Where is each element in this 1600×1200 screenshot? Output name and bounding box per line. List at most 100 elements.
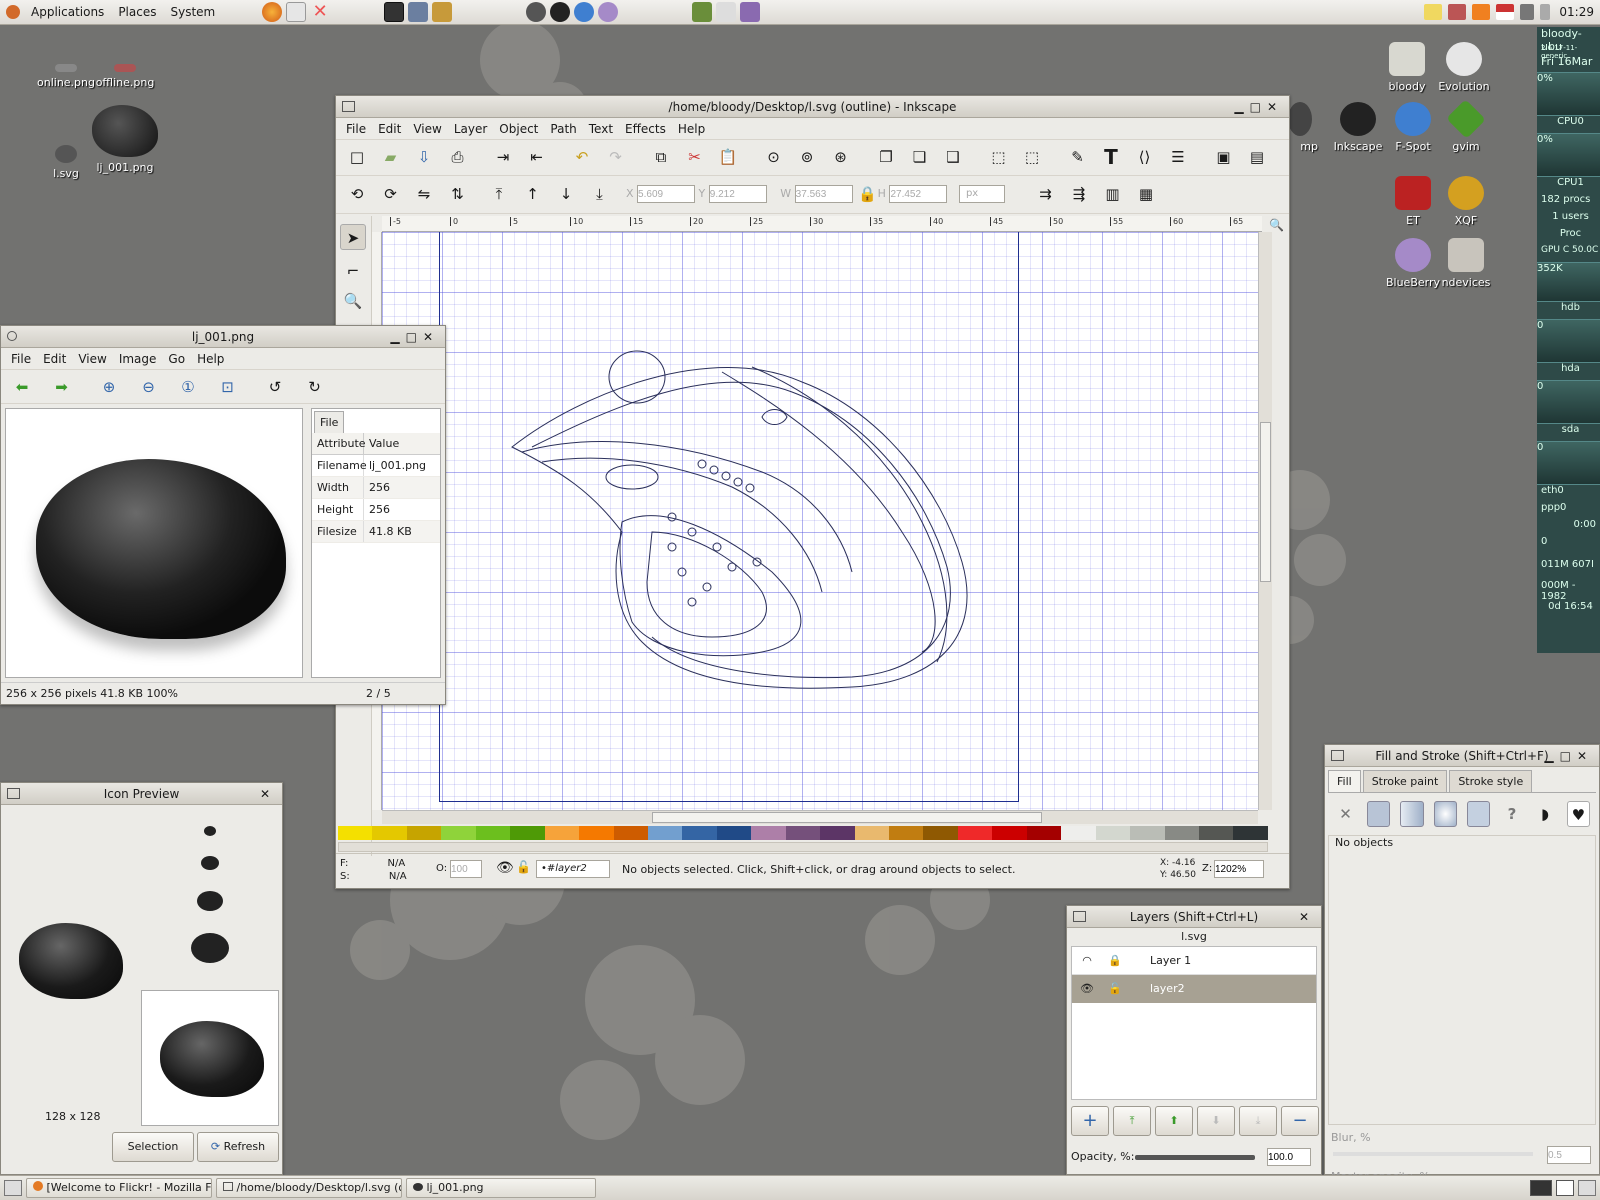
chat-launcher-icon[interactable]	[286, 2, 307, 22]
palette-swatch[interactable]	[1198, 826, 1234, 840]
image-display[interactable]	[5, 408, 303, 678]
ungroup-icon[interactable]: ⬚	[1019, 144, 1045, 170]
zoom-tool-icon[interactable]: 🔍	[340, 288, 366, 314]
opacity-input[interactable]	[450, 860, 482, 878]
palette-swatch[interactable]	[889, 826, 924, 840]
raise-icon[interactable]: ↑	[520, 181, 546, 207]
colors-launcher-icon[interactable]	[598, 2, 619, 22]
icon-preview-titlebar[interactable]: Icon Preview ✕	[1, 783, 282, 805]
palette-swatch[interactable]	[613, 826, 648, 840]
desktop-icon-ndevices[interactable]: ndevices	[1436, 238, 1496, 289]
zoom-drawing-icon[interactable]: ⊚	[794, 144, 820, 170]
close-icon[interactable]: ✕	[260, 783, 276, 805]
palette-swatch[interactable]	[957, 826, 993, 840]
layer-row[interactable]: ◠ 🔒 Layer 1	[1072, 947, 1316, 975]
desktop-icon-offline[interactable]: offline.png	[79, 64, 171, 89]
menu-text[interactable]: Text	[583, 122, 619, 136]
settings-launcher-icon[interactable]	[574, 2, 595, 22]
menu-applications[interactable]: Applications	[24, 5, 111, 19]
lower-icon[interactable]: ↓	[553, 181, 579, 207]
zoom-in-icon[interactable]: ⊕	[96, 374, 122, 400]
layer-opacity-input[interactable]	[1267, 1148, 1311, 1166]
palette-swatch[interactable]	[751, 826, 786, 840]
trash-icon[interactable]	[1578, 1180, 1596, 1196]
print-icon[interactable]: ⎙	[445, 144, 471, 170]
vertical-scroll-thumb[interactable]	[1260, 422, 1271, 582]
menu-image[interactable]: Image	[113, 352, 163, 366]
rotate-ccw-icon[interactable]: ⟲	[344, 181, 370, 207]
palette-swatch[interactable]	[992, 826, 1027, 840]
unlock-icon[interactable]: 🔓	[1102, 975, 1128, 1003]
align-icon[interactable]: ☰	[1165, 144, 1191, 170]
layer-opacity-slider[interactable]	[1135, 1155, 1255, 1160]
palette-swatch[interactable]	[716, 826, 752, 840]
menu-layer[interactable]: Layer	[448, 122, 493, 136]
unlink-clone-icon[interactable]: ❑	[940, 144, 966, 170]
blur-input[interactable]	[1547, 1146, 1591, 1164]
window-controls[interactable]: ▁□✕	[1234, 96, 1283, 118]
raise-layer-icon[interactable]: ⬆	[1155, 1106, 1193, 1136]
volume-icon[interactable]	[1520, 4, 1535, 20]
palette-swatch[interactable]	[441, 826, 476, 840]
open-icon[interactable]: ▰	[378, 144, 404, 170]
palette-swatch[interactable]	[338, 826, 373, 840]
show-desktop-icon[interactable]	[4, 1180, 22, 1196]
update-tray-icon[interactable]	[1472, 4, 1491, 20]
fill-stroke-titlebar[interactable]: Fill and Stroke (Shift+Ctrl+F) ▁□✕	[1325, 745, 1599, 767]
image-viewer-titlebar[interactable]: lj_001.png ▁□✕	[1, 326, 445, 348]
y-input[interactable]	[708, 185, 767, 203]
layers-titlebar[interactable]: Layers (Shift+Ctrl+L) ✕	[1067, 906, 1321, 928]
tab-fill[interactable]: Fill	[1328, 770, 1361, 792]
unit-select[interactable]: px	[958, 185, 1005, 203]
task-inkscape[interactable]: /home/bloody/Desktop/l.svg (o...	[216, 1178, 402, 1198]
menu-file[interactable]: File	[5, 352, 37, 366]
selection-button[interactable]: Selection	[112, 1132, 194, 1162]
terminal-launcher-icon[interactable]	[384, 2, 405, 22]
layer-lock-icon[interactable]: 🔓	[516, 860, 531, 874]
x-input[interactable]	[637, 185, 696, 203]
window-menu-icon[interactable]	[342, 101, 355, 112]
table-row[interactable]: Width 256	[312, 477, 440, 499]
zoom-normal-icon[interactable]: ①	[175, 374, 201, 400]
remove-layer-icon[interactable]: −	[1281, 1106, 1319, 1136]
palette-swatch[interactable]	[785, 826, 821, 840]
books-launcher-icon[interactable]	[692, 2, 713, 22]
text-tool-icon[interactable]: T	[1098, 144, 1124, 170]
raise-to-top-icon[interactable]: ⤒	[486, 181, 512, 207]
menu-go[interactable]: Go	[162, 352, 191, 366]
zoom-out-icon[interactable]: ⊖	[136, 374, 162, 400]
gimp-launcher-icon[interactable]	[526, 2, 547, 22]
palette-swatch[interactable]	[1061, 826, 1096, 840]
tab-stroke-style[interactable]: Stroke style	[1449, 770, 1533, 792]
fill-nonzero-icon[interactable]: ♥	[1566, 801, 1590, 827]
menu-edit[interactable]: Edit	[37, 352, 72, 366]
linear-gradient-icon[interactable]	[1400, 801, 1424, 827]
palette-swatch[interactable]	[372, 826, 407, 840]
group-icon[interactable]: ⬚	[986, 144, 1012, 170]
color-palette[interactable]	[338, 826, 1268, 840]
zoom-page-icon[interactable]: ⊛	[828, 144, 854, 170]
duplicate-icon[interactable]: ❐	[873, 144, 899, 170]
clock[interactable]: 01:29	[1559, 5, 1594, 19]
palette-swatch[interactable]	[923, 826, 958, 840]
eye-open-icon[interactable]: 👁	[1072, 975, 1102, 1003]
table-row[interactable]: Filesize 41.8 KB	[312, 521, 440, 543]
layer-name[interactable]: layer2	[1128, 975, 1185, 1003]
selector-tool-icon[interactable]: ➤	[340, 224, 366, 250]
move-pattern-icon[interactable]: ▦	[1133, 181, 1159, 207]
current-layer-select[interactable]: •#layer2	[536, 860, 610, 878]
unset-paint-icon[interactable]: ?	[1500, 801, 1523, 827]
zoom-corner-icon[interactable]: 🔍	[1269, 218, 1284, 232]
mail-tray-icon[interactable]	[1424, 4, 1443, 20]
palette-swatch[interactable]	[510, 826, 545, 840]
menu-view[interactable]: View	[407, 122, 447, 136]
rotate-right-icon[interactable]: ↻	[302, 374, 328, 400]
export-icon[interactable]: ⇤	[524, 144, 550, 170]
move-gradient-icon[interactable]: ▥	[1099, 181, 1125, 207]
palette-swatch[interactable]	[1164, 826, 1199, 840]
drawing-canvas[interactable]	[382, 232, 1258, 810]
undo-icon[interactable]: ↶	[569, 144, 595, 170]
tab-file[interactable]: File	[314, 411, 345, 433]
column-attribute[interactable]: Attribute	[312, 433, 366, 454]
menu-view[interactable]: View	[72, 352, 112, 366]
